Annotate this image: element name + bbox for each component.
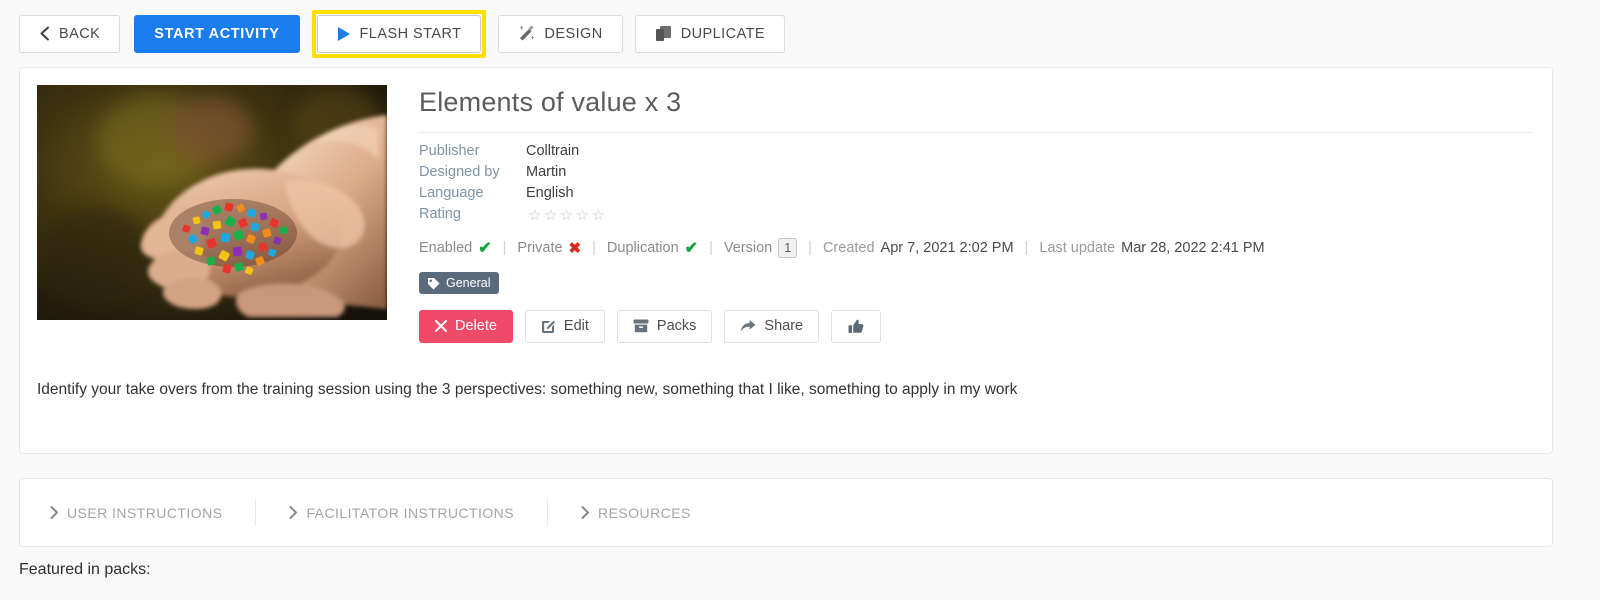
start-activity-label: START ACTIVITY	[154, 25, 280, 42]
flash-start-button[interactable]: FLASH START	[316, 14, 482, 53]
back-button[interactable]: BACK	[19, 14, 121, 53]
check-icon: ✔	[684, 240, 699, 258]
share-label: Share	[764, 318, 804, 335]
table-row: Designed by Martin	[419, 164, 608, 185]
check-icon: ✔	[478, 240, 492, 258]
delete-label: Delete	[455, 318, 497, 335]
flash-start-highlight: FLASH START	[311, 9, 487, 58]
x-icon	[434, 320, 448, 333]
share-arrow-icon	[740, 319, 756, 333]
duplication-label: Duplication	[606, 240, 679, 257]
metadata-table: Publisher Colltrain Designed by Martin L…	[419, 143, 608, 229]
last-update-label: Last update	[1039, 240, 1116, 257]
version-label: Version	[723, 240, 773, 257]
table-row: Publisher Colltrain	[419, 143, 608, 164]
chevron-left-icon	[39, 26, 50, 41]
status-private: Private ✖	[517, 239, 581, 257]
page-title: Elements of value x 3	[419, 87, 682, 117]
design-button[interactable]: DESIGN	[498, 14, 623, 53]
status-separator: |	[1024, 240, 1029, 257]
status-separator: |	[502, 240, 507, 257]
activity-description: Identify your take overs from the traini…	[37, 381, 1018, 398]
title-divider	[419, 132, 1532, 134]
design-label: DESIGN	[544, 25, 603, 42]
cross-icon: ✖	[568, 240, 582, 258]
play-icon	[337, 26, 351, 42]
activity-detail-card: Elements of value x 3 Publisher Colltrai…	[19, 67, 1553, 454]
created-label: Created	[822, 240, 875, 257]
edit-label: Edit	[563, 318, 589, 335]
category-tag[interactable]: General	[419, 272, 500, 295]
like-button[interactable]	[831, 309, 882, 343]
section-divider	[547, 499, 549, 526]
status-bar: Enabled ✔ | Private ✖ | Duplication ✔ | …	[419, 238, 1530, 259]
instruction-sections-card: USER INSTRUCTIONS FACILITATOR INSTRUCTIO…	[19, 478, 1553, 547]
table-row: Language English	[419, 185, 608, 206]
section-resources[interactable]: RESOURCES	[581, 505, 691, 521]
top-toolbar: BACK START ACTIVITY FLASH START DESIGN D…	[0, 0, 1600, 67]
rating-label: Rating	[419, 206, 461, 223]
chevron-right-icon	[581, 506, 590, 519]
start-activity-button[interactable]: START ACTIVITY	[134, 14, 300, 53]
back-button-label: BACK	[59, 25, 101, 42]
status-separator: |	[808, 240, 812, 257]
activity-thumbnail[interactable]	[37, 85, 387, 320]
publisher-value: Colltrain	[526, 143, 580, 160]
status-enabled: Enabled ✔	[419, 238, 492, 258]
tag-icon	[427, 277, 440, 290]
publisher-label: Publisher	[419, 143, 480, 160]
rating-stars[interactable]: ☆☆☆☆☆	[526, 206, 608, 224]
edit-button[interactable]: Edit	[524, 309, 605, 343]
chevron-right-icon	[50, 506, 59, 519]
private-label: Private	[517, 240, 563, 257]
share-button[interactable]: Share	[724, 309, 820, 343]
copy-icon	[655, 25, 672, 42]
section-resources-label: RESOURCES	[598, 504, 691, 521]
language-value: English	[526, 185, 574, 202]
instruction-sections: USER INSTRUCTIONS FACILITATOR INSTRUCTIO…	[20, 479, 1552, 546]
designed-by-value: Martin	[526, 164, 567, 181]
delete-button[interactable]: Delete	[419, 309, 513, 343]
status-duplication: Duplication ✔	[607, 238, 698, 258]
category-tag-label: General	[446, 276, 491, 291]
section-facilitator-instructions[interactable]: FACILITATOR INSTRUCTIONS	[289, 505, 514, 521]
section-user-instructions[interactable]: USER INSTRUCTIONS	[50, 505, 222, 521]
action-buttons: Delete Edit Packs Share	[419, 309, 1530, 343]
status-separator: |	[709, 240, 713, 257]
status-version: Version 1	[723, 238, 798, 259]
archive-box-icon	[633, 319, 649, 333]
version-badge: 1	[778, 238, 798, 259]
thumbs-up-icon	[848, 319, 864, 334]
language-label: Language	[419, 185, 484, 202]
section-user-instructions-label: USER INSTRUCTIONS	[67, 504, 223, 521]
chevron-right-icon	[289, 506, 298, 519]
enabled-label: Enabled	[419, 240, 473, 257]
magic-wand-icon	[518, 25, 535, 42]
duplicate-label: DUPLICATE	[680, 25, 766, 42]
duplicate-button[interactable]: DUPLICATE	[634, 14, 786, 53]
last-update-value: Mar 28, 2022 2:41 PM	[1121, 240, 1265, 257]
packs-label: Packs	[656, 318, 697, 335]
featured-in-packs-heading: Featured in packs:	[19, 561, 151, 578]
status-last-update: Last update Mar 28, 2022 2:41 PM	[1039, 240, 1264, 256]
status-separator: |	[592, 240, 596, 257]
created-value: Apr 7, 2021 2:02 PM	[880, 240, 1014, 257]
designed-by-label: Designed by	[419, 164, 500, 181]
section-divider	[255, 499, 257, 526]
packs-button[interactable]: Packs	[616, 309, 713, 343]
section-facilitator-instructions-label: FACILITATOR INSTRUCTIONS	[306, 504, 515, 521]
activity-details: Elements of value x 3 Publisher Colltrai…	[419, 87, 1532, 343]
table-row: Rating ☆☆☆☆☆	[419, 206, 608, 229]
status-created: Created Apr 7, 2021 2:02 PM	[823, 240, 1014, 256]
pencil-square-icon	[541, 319, 556, 334]
